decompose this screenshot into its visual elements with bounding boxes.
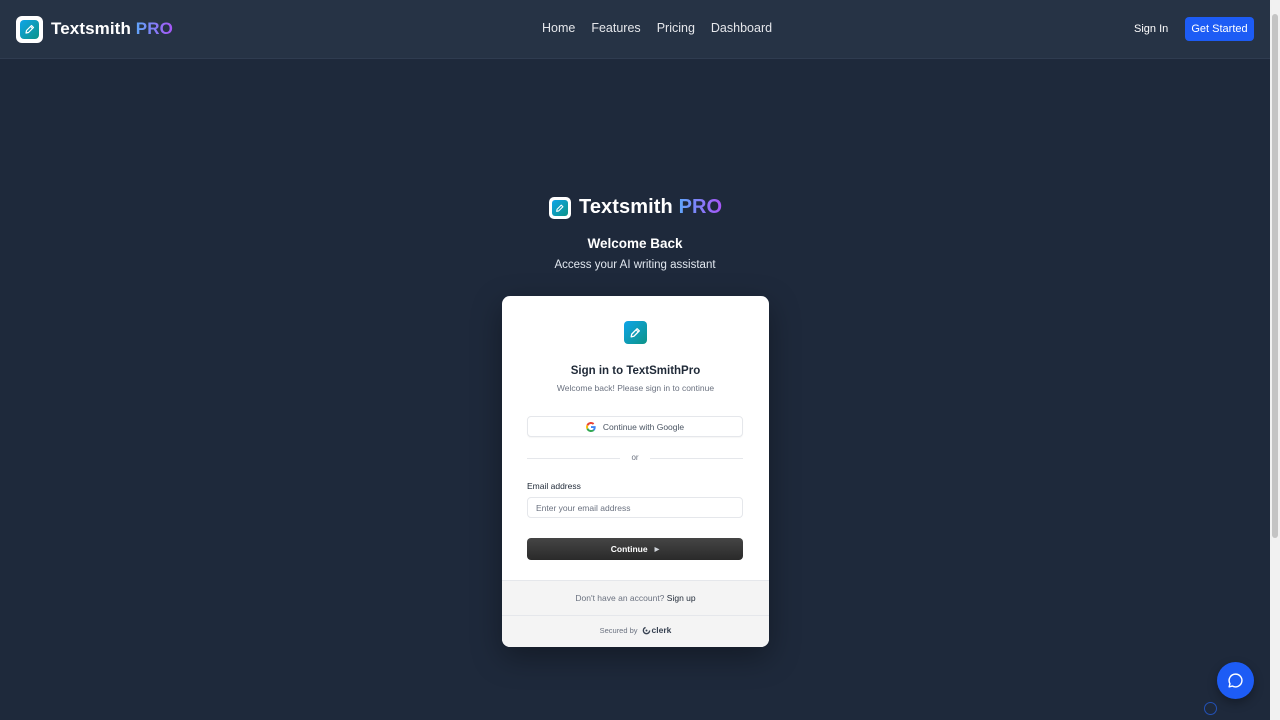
pencil-icon xyxy=(549,196,571,219)
clerk-logo[interactable]: clerk xyxy=(642,625,671,635)
nav-link-pricing[interactable]: Pricing xyxy=(657,21,695,35)
nav-link-features[interactable]: Features xyxy=(591,21,640,35)
nav-links: Home Features Pricing Dashboard xyxy=(542,21,772,35)
top-navbar: Textsmith PRO Home Features Pricing Dash… xyxy=(0,0,1270,59)
card-footer: Don't have an account? Sign up Secured b… xyxy=(502,580,769,647)
page-subtitle: Access your AI writing assistant xyxy=(554,259,716,271)
continue-with-google-button[interactable]: Continue with Google xyxy=(527,416,743,437)
pencil-icon xyxy=(16,15,43,43)
nav-link-dashboard[interactable]: Dashboard xyxy=(711,21,772,35)
clerk-icon xyxy=(642,626,650,634)
email-field[interactable] xyxy=(527,497,743,518)
no-account-text: Don't have an account? xyxy=(575,593,665,603)
page-title: Welcome Back xyxy=(587,236,683,251)
brand-pro-suffix: PRO xyxy=(135,19,173,38)
secured-by: Secured by clerk xyxy=(502,625,769,635)
scrollbar-thumb[interactable] xyxy=(1272,14,1278,538)
brand-logo[interactable]: Textsmith PRO xyxy=(16,15,173,43)
get-started-button[interactable]: Get Started xyxy=(1185,17,1254,41)
chat-button[interactable] xyxy=(1217,662,1254,699)
page-scrollbar[interactable] xyxy=(1270,0,1280,720)
hero-brand-name: Textsmith PRO xyxy=(579,196,723,218)
card-title: Sign in to TextSmithPro xyxy=(570,365,701,377)
secured-by-text: Secured by xyxy=(599,625,638,635)
card-subtitle: Welcome back! Please sign in to continue xyxy=(556,383,715,393)
sign-in-link[interactable]: Sign In xyxy=(1134,23,1168,35)
google-button-label: Continue with Google xyxy=(602,421,685,432)
continue-button[interactable]: Continue ▶ xyxy=(527,538,743,560)
google-icon xyxy=(585,421,596,432)
brand-name: Textsmith PRO xyxy=(51,19,173,38)
nav-link-home[interactable]: Home xyxy=(542,21,575,35)
hero-pro-suffix: PRO xyxy=(678,196,723,218)
chat-bubble-icon xyxy=(1228,673,1243,688)
caret-right-icon: ▶ xyxy=(654,546,660,553)
continue-button-label: Continue xyxy=(610,544,648,554)
sign-in-card: Sign in to TextSmithPro Welcome back! Pl… xyxy=(502,296,769,647)
corner-widget-icon[interactable] xyxy=(1204,702,1217,715)
or-divider: or xyxy=(527,453,743,463)
email-label: Email address xyxy=(527,481,581,491)
sign-up-prompt: Don't have an account? Sign up xyxy=(502,593,769,603)
pencil-icon xyxy=(624,321,647,344)
hero-brand: Textsmith PRO xyxy=(549,196,722,219)
sign-up-link[interactable]: Sign up xyxy=(667,593,696,603)
